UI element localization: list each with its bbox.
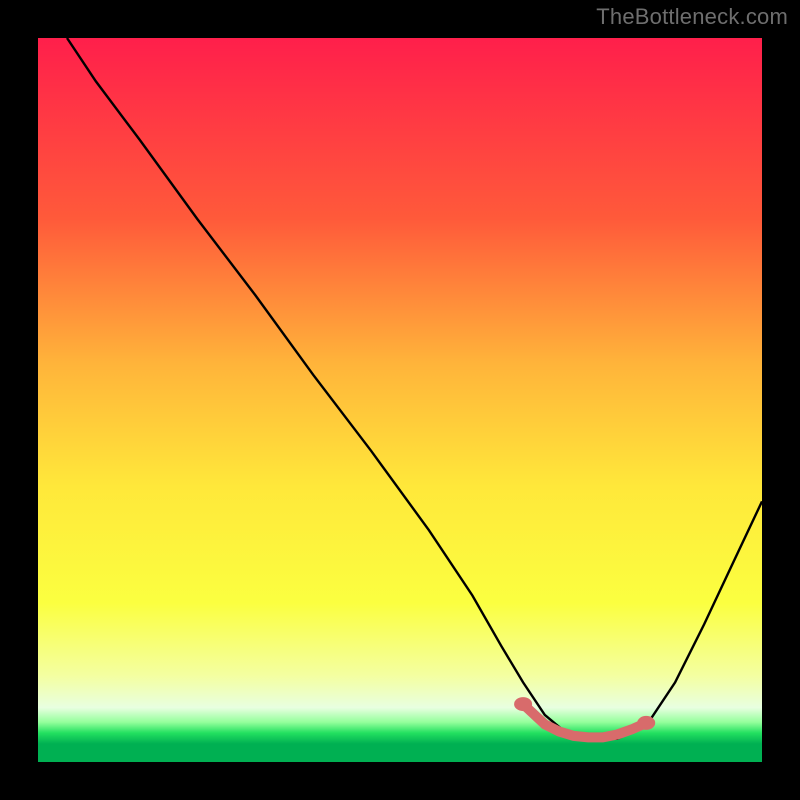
chart-frame: TheBottleneck.com <box>0 0 800 800</box>
sweet-spot-markers <box>514 697 655 737</box>
chart-svg-layer <box>38 38 762 762</box>
watermark-text: TheBottleneck.com <box>596 4 788 30</box>
bottleneck-curve <box>67 38 762 739</box>
sweet-spot-dot <box>514 697 532 711</box>
sweet-spot-dot <box>637 716 655 730</box>
